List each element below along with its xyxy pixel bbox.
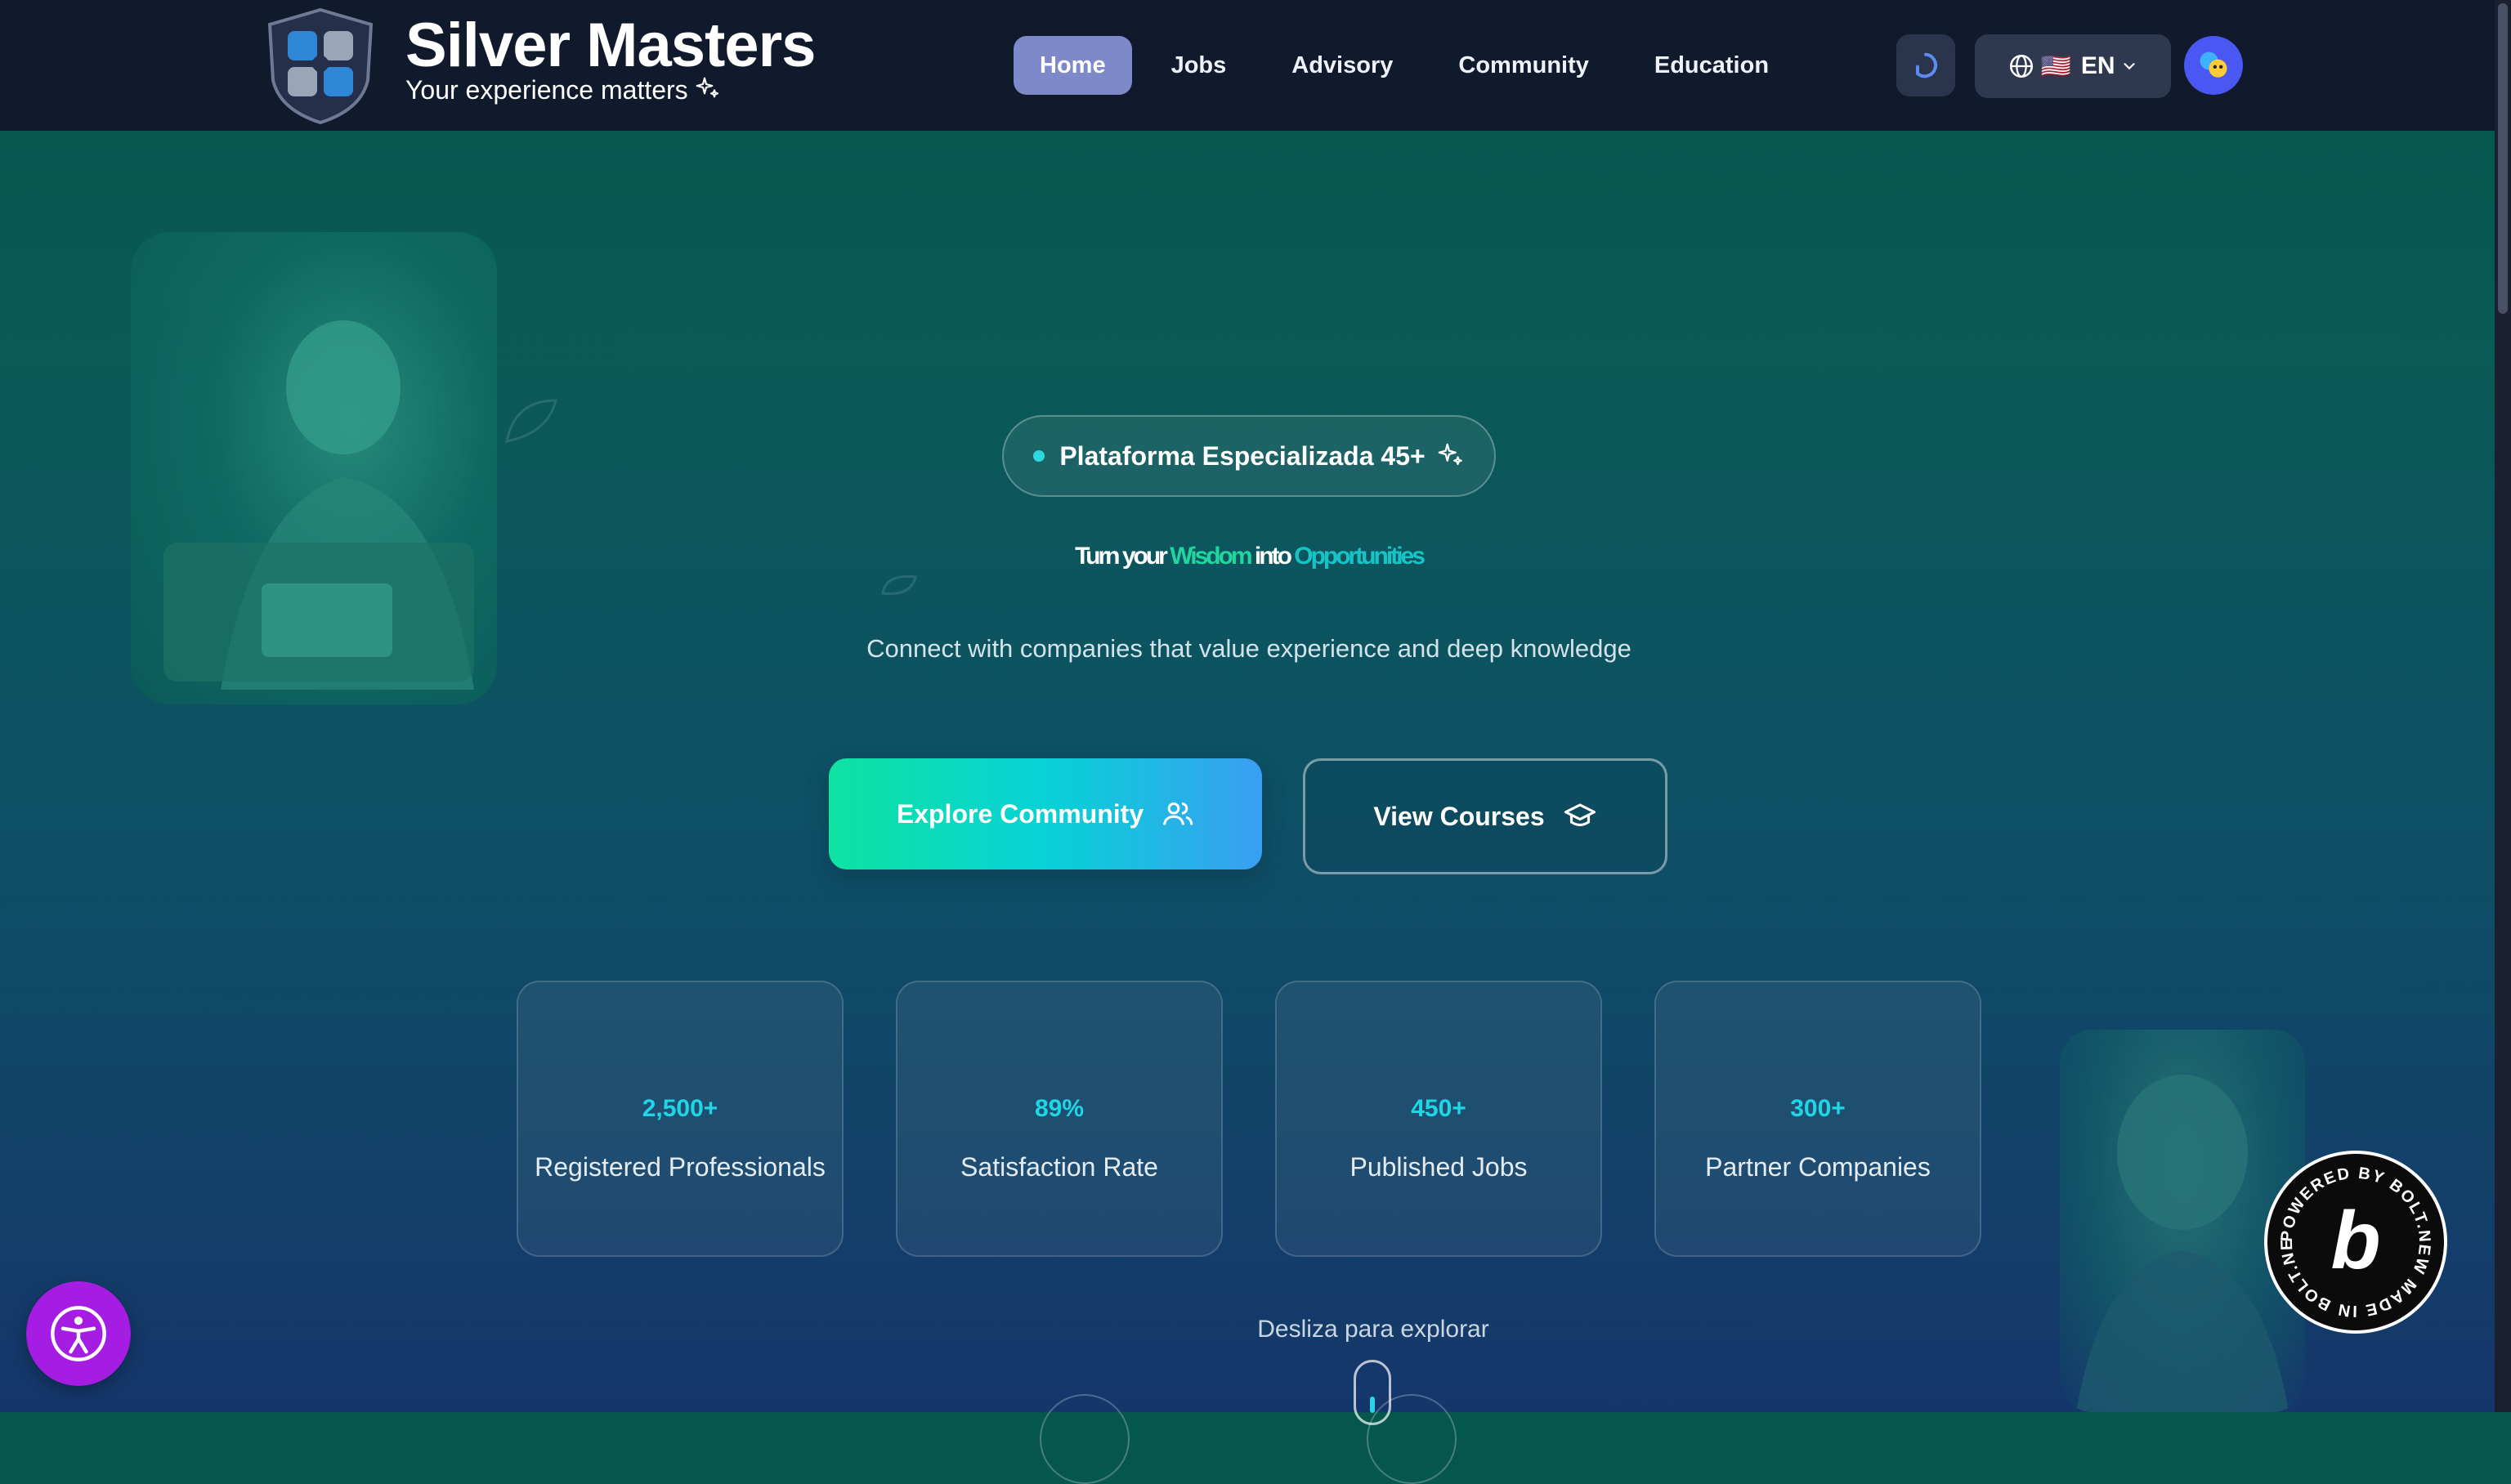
headline-highlight-opportunities: Opportunities (1294, 543, 1426, 570)
stat-label: Published Jobs (1349, 1152, 1528, 1182)
nav-jobs[interactable]: Jobs (1145, 36, 1253, 95)
accessibility-button[interactable] (26, 1281, 131, 1386)
brand-name[interactable]: Silver Masters (405, 10, 816, 81)
hero-headline: Turn your Wisdom into Opportunities (899, 543, 1599, 570)
view-courses-label: View Courses (1373, 801, 1545, 831)
top-navigation-bar: Silver Masters Your experience matters H… (0, 0, 2511, 131)
stat-value: 450+ (1411, 1095, 1466, 1122)
view-courses-button[interactable]: View Courses (1303, 758, 1667, 874)
logo-shield-icon[interactable] (262, 7, 379, 125)
accessibility-icon (51, 1306, 106, 1361)
nav-community[interactable]: Community (1432, 36, 1615, 95)
decorative-leaf-icon (505, 399, 557, 443)
stat-card-jobs: 450+ Published Jobs (1275, 981, 1602, 1257)
language-code: EN (2080, 52, 2115, 79)
page-scrollbar[interactable] (2495, 0, 2511, 1412)
headline-part-3: into (1250, 543, 1295, 570)
explore-community-label: Explore Community (896, 798, 1144, 829)
main-nav: Home Jobs Advisory Community Education (1014, 36, 1808, 95)
stat-value: 89% (1034, 1095, 1085, 1122)
stat-label: Registered Professionals (535, 1152, 826, 1182)
language-selector[interactable]: 🇺🇸 EN (1975, 34, 2171, 98)
refresh-icon (1916, 52, 1938, 78)
platform-badge-text: Plataforma Especializada 45+ (1059, 440, 1426, 471)
sparkles-icon (696, 77, 718, 98)
stat-card-companies: 300+ Partner Companies (1654, 981, 1981, 1257)
brand-tagline: Your experience matters (405, 75, 721, 105)
explore-community-button[interactable]: Explore Community (829, 758, 1262, 869)
graduation-cap-icon (1564, 803, 1596, 827)
stat-card-professionals: 2,500+ Registered Professionals (517, 981, 844, 1257)
status-dot (1033, 450, 1045, 462)
chevron-down-icon (2123, 63, 2135, 70)
users-icon (1162, 802, 1193, 825)
nav-education[interactable]: Education (1628, 36, 1795, 95)
decorative-circle (1367, 1394, 1457, 1484)
decorative-shape-icon (881, 574, 917, 596)
headline-highlight-wisdom: Wisdom (1170, 543, 1252, 570)
sparkles-icon (1438, 443, 1462, 466)
bolt-badge-letter: b (2330, 1195, 2380, 1286)
nav-advisory[interactable]: Advisory (1265, 36, 1419, 95)
avatar-face-icon (2200, 51, 2227, 78)
stat-value: 300+ (1790, 1095, 1846, 1122)
nav-home[interactable]: Home (1014, 36, 1132, 95)
language-flag: 🇺🇸 (2040, 52, 2071, 80)
platform-badge: Plataforma Especializada 45+ (1002, 415, 1496, 497)
stat-card-satisfaction: 89% Satisfaction Rate (896, 981, 1223, 1257)
stat-label: Satisfaction Rate (960, 1152, 1158, 1182)
stat-value: 2,500+ (642, 1095, 718, 1122)
decorative-circle (1040, 1394, 1130, 1484)
globe-icon (2010, 54, 2034, 78)
stat-label: Partner Companies (1705, 1152, 1931, 1182)
brand-tagline-text: Your experience matters (405, 75, 688, 105)
scroll-hint: Desliza para explorar (1257, 1316, 1489, 1343)
refresh-button[interactable] (1896, 34, 1955, 96)
bolt-badge[interactable]: POWERED BY BOLT.NEW MADE IN BOLT.NEW b (2259, 1140, 2447, 1334)
scrollbar-thumb[interactable] (2498, 3, 2508, 314)
user-avatar[interactable] (2184, 36, 2243, 95)
headline-part-1: Turn your (1075, 543, 1170, 570)
hero-subtitle: Connect with companies that value experi… (866, 634, 1631, 663)
hero-photo-woman (131, 232, 497, 704)
